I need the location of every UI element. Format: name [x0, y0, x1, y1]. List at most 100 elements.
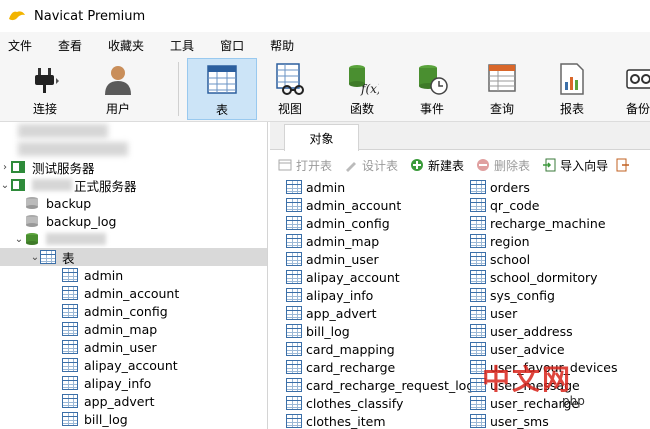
table-icon: [62, 412, 78, 426]
object-label: admin_map: [306, 233, 380, 249]
object-table-item[interactable]: card_mapping: [286, 340, 395, 358]
tree-table-item[interactable]: bill_log: [0, 410, 267, 428]
toolbar-backup-button[interactable]: 备份: [614, 58, 650, 120]
object-table-item[interactable]: sys_config: [470, 286, 555, 304]
menu-window[interactable]: 窗口: [220, 37, 244, 54]
tab-objects[interactable]: 对象: [284, 124, 359, 151]
tree-db-current[interactable]: ⌄: [0, 230, 267, 248]
tree-label: admin_account: [84, 285, 180, 301]
object-label: school: [490, 251, 531, 267]
object-table-item[interactable]: region: [470, 232, 530, 250]
table-icon: [62, 376, 78, 390]
object-table-item[interactable]: qr_code: [470, 196, 539, 214]
object-label: app_advert: [306, 305, 377, 321]
tree-label: admin_map: [84, 321, 158, 337]
object-table-item[interactable]: recharge_machine: [470, 214, 606, 232]
expand-icon[interactable]: ›: [0, 162, 10, 173]
delete-table-button[interactable]: 删除表: [476, 157, 530, 174]
tree-label: bill_log: [84, 411, 128, 427]
collapse-icon[interactable]: ⌄: [14, 234, 24, 245]
tree-table-item[interactable]: admin_config: [0, 302, 267, 320]
object-table-item[interactable]: bill_log: [286, 322, 350, 340]
tree-label: admin_user: [84, 339, 157, 355]
collapse-icon[interactable]: ⌄: [0, 180, 10, 191]
tree-label: alipay_info: [84, 375, 152, 391]
object-table-item[interactable]: alipay_account: [286, 268, 400, 286]
tree-table-item[interactable]: admin_user: [0, 338, 267, 356]
tree-label: 测试服务器: [32, 160, 95, 176]
redacted-text: [32, 179, 72, 191]
object-table-item[interactable]: admin_config: [286, 214, 390, 232]
object-label: card_mapping: [306, 341, 395, 357]
object-table-item[interactable]: card_recharge_request_log: [286, 376, 474, 394]
event-icon: [419, 65, 448, 95]
object-table-item[interactable]: admin: [286, 178, 345, 196]
tree-label: 表: [62, 250, 75, 266]
object-label: bill_log: [306, 323, 350, 339]
menu-tools[interactable]: 工具: [170, 37, 194, 54]
toolbar-query-button[interactable]: 查询: [474, 58, 530, 120]
design-table-button[interactable]: 设计表: [344, 157, 398, 174]
menu-view[interactable]: 查看: [58, 37, 82, 54]
toolbar-event-button[interactable]: 事件: [404, 58, 460, 120]
tree-server-prod[interactable]: ⌄ 正式服务器: [0, 176, 267, 194]
object-table-item[interactable]: user: [470, 304, 517, 322]
tree-db-backup[interactable]: backup: [0, 194, 267, 212]
function-icon: f(x): [349, 65, 379, 96]
object-table-item[interactable]: clothes_classify: [286, 394, 403, 412]
tree-tables-node[interactable]: ⌄ 表: [0, 248, 267, 266]
tree-table-item[interactable]: alipay_info: [0, 374, 267, 392]
backup-icon: [626, 69, 650, 89]
open-table-button[interactable]: 打开表: [278, 157, 332, 174]
object-table-item[interactable]: user_advice: [470, 340, 565, 358]
tree-label: app_advert: [84, 393, 155, 409]
main-toolbar: 连接 用户 表 视图 f(x) 函数: [0, 58, 650, 122]
object-table-item[interactable]: user_sms: [470, 412, 549, 429]
tree-label: admin_config: [84, 303, 168, 319]
toolbar-table-button[interactable]: 表: [187, 58, 257, 120]
table-icon: [207, 65, 237, 94]
table-icon: [470, 396, 486, 410]
menu-favorites[interactable]: 收藏夹: [108, 37, 144, 54]
tree-db-backup-log[interactable]: backup_log: [0, 212, 267, 230]
object-table-item[interactable]: admin_user: [286, 250, 379, 268]
object-table-item[interactable]: alipay_info: [286, 286, 373, 304]
toolbar-user-button[interactable]: 用户: [90, 58, 146, 120]
menu-file[interactable]: 文件: [8, 37, 32, 54]
toolbar-report-button[interactable]: 报表: [544, 58, 600, 120]
tree-table-item[interactable]: admin: [0, 266, 267, 284]
object-table-item[interactable]: admin_map: [286, 232, 379, 250]
table-icon: [286, 234, 302, 248]
import-wizard-button[interactable]: 导入向导: [542, 157, 608, 174]
tree-table-item[interactable]: admin_account: [0, 284, 267, 302]
table-icon: [286, 360, 302, 374]
toolbar-view-button[interactable]: 视图: [262, 58, 318, 120]
object-table-item[interactable]: school_dormitory: [470, 268, 598, 286]
object-table-item[interactable]: orders: [470, 178, 530, 196]
tree-label: alipay_account: [84, 357, 178, 373]
server-icon: [11, 179, 25, 191]
tree-table-item[interactable]: alipay_account: [0, 356, 267, 374]
button-label: 打开表: [296, 158, 333, 173]
object-table-item[interactable]: app_advert: [286, 304, 377, 322]
export-icon[interactable]: [616, 158, 630, 172]
object-table-item[interactable]: school: [470, 250, 530, 268]
new-table-button[interactable]: 新建表: [410, 157, 464, 174]
object-label: admin_config: [306, 215, 390, 231]
menu-help[interactable]: 帮助: [270, 37, 294, 54]
object-toolbar: 打开表 设计表 新建表 删除表 导入向导: [270, 152, 650, 178]
report-icon: [560, 63, 584, 95]
tree-server-test[interactable]: › 测试服务器: [0, 158, 267, 176]
tree-table-item[interactable]: admin_map: [0, 320, 267, 338]
object-label: clothes_item: [306, 413, 386, 429]
object-table-item[interactable]: clothes_item: [286, 412, 386, 429]
object-table-item[interactable]: admin_account: [286, 196, 401, 214]
toolbar-function-button[interactable]: f(x) 函数: [334, 58, 390, 120]
toolbar-connection-button[interactable]: 连接: [14, 58, 76, 120]
object-table-item[interactable]: user_address: [470, 322, 573, 340]
object-table-item[interactable]: card_recharge: [286, 358, 395, 376]
table-icon: [470, 414, 486, 428]
tree-table-item[interactable]: app_advert: [0, 392, 267, 410]
collapse-icon[interactable]: ⌄: [30, 252, 40, 263]
table-icon: [470, 216, 486, 230]
